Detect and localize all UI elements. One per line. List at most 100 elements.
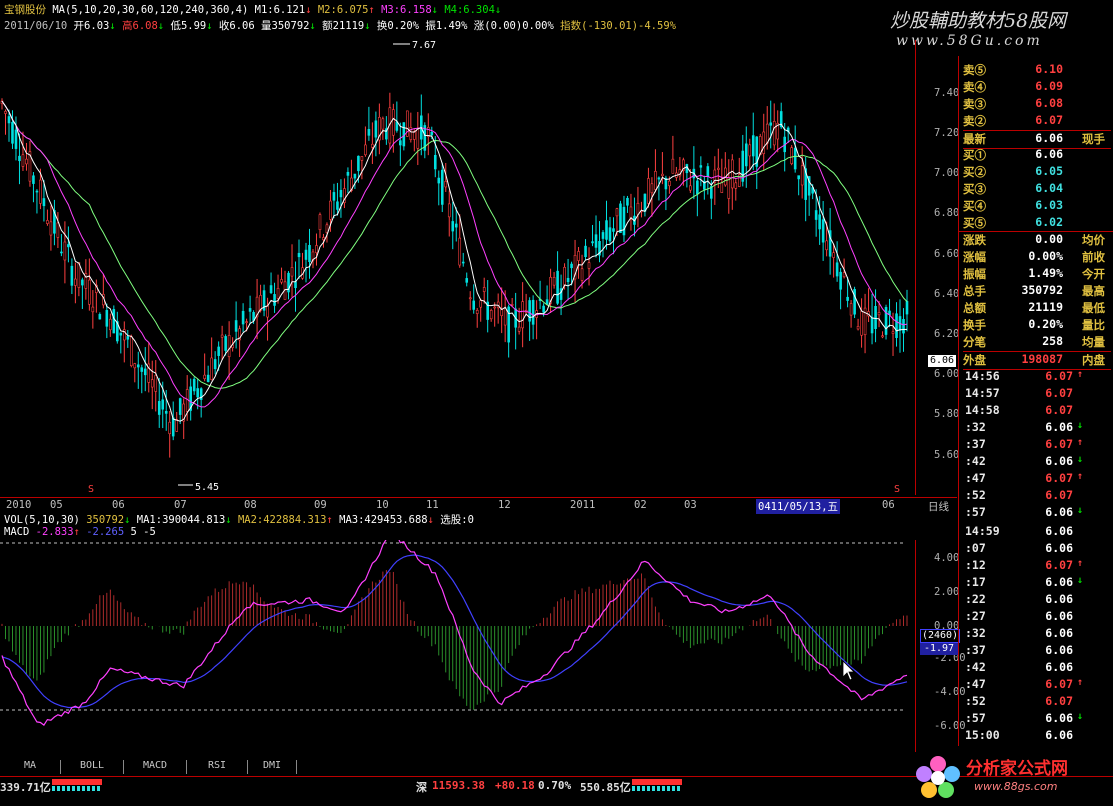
candlestick-chart[interactable]: 7.67 5.45 S S bbox=[0, 40, 915, 495]
bid-row[interactable]: 买① 6.06 bbox=[963, 147, 1111, 164]
candle-body bbox=[699, 165, 703, 168]
candle-body bbox=[689, 185, 692, 191]
price-tick: 6.80 bbox=[934, 207, 960, 219]
stock-name[interactable]: 宝钢股份 bbox=[4, 4, 46, 16]
tick-price: 6.06 bbox=[1045, 660, 1073, 674]
candle-body bbox=[98, 314, 102, 320]
tick-row: :32 6.06 ↓ bbox=[963, 420, 1111, 437]
ask-row[interactable]: 卖③ 6.08 bbox=[963, 96, 1111, 113]
date-tick: 2010 bbox=[6, 499, 32, 511]
candle-body bbox=[245, 321, 248, 323]
vol-ma1: MA1:390044.813 bbox=[136, 514, 226, 526]
bar-close: 收6.06 bbox=[218, 20, 255, 32]
bid-row[interactable]: 买⑤ 6.02 bbox=[963, 215, 1111, 232]
candle-body bbox=[835, 262, 839, 277]
price-tick: 6.40 bbox=[934, 288, 960, 300]
candle-body bbox=[552, 276, 556, 286]
date-tick: 02 bbox=[634, 499, 647, 511]
header-line-2: 2011/06/10 开6.03↓ 高6.08↓ 低5.99↓ 收6.06 量3… bbox=[4, 20, 676, 32]
candle-body bbox=[706, 166, 710, 177]
site-logo: 分析家公式网 www.88gs.com bbox=[912, 750, 1112, 802]
candle-body bbox=[762, 131, 766, 154]
candle-body bbox=[696, 180, 699, 195]
price-tick: 7.40 bbox=[934, 87, 960, 99]
candle-body bbox=[765, 123, 769, 144]
tick-time: :42 bbox=[965, 660, 986, 674]
arrow-up-icon: ↑ bbox=[1076, 677, 1083, 688]
sh-amount: 339.71亿 bbox=[0, 781, 51, 794]
ma1-value: M1:6.121 bbox=[254, 4, 306, 16]
vol-ma3: MA3:429453.688 bbox=[339, 514, 428, 526]
candle-body bbox=[161, 399, 165, 410]
tick-time: :27 bbox=[965, 609, 986, 623]
candle-body bbox=[294, 281, 297, 289]
candle-body bbox=[21, 154, 25, 167]
tick-row: 14:57 6.07 bbox=[963, 386, 1111, 403]
bar-high: 高6.08 bbox=[122, 20, 158, 32]
ask-row[interactable]: 卖② 6.07 bbox=[963, 113, 1111, 130]
candle-body bbox=[612, 228, 615, 232]
ask-row[interactable]: 卖④ 6.09 bbox=[963, 79, 1111, 96]
candle-body bbox=[622, 206, 626, 236]
ma-line-magenta bbox=[1, 100, 908, 408]
ask-row[interactable]: 卖⑤ 6.10 bbox=[963, 62, 1111, 79]
date-tick: 05 bbox=[50, 499, 63, 511]
candle-body bbox=[67, 244, 70, 248]
candle-body bbox=[832, 252, 835, 258]
tick-time: :37 bbox=[965, 437, 986, 451]
candle-body bbox=[902, 319, 905, 334]
tab-boll[interactable]: BOLL bbox=[61, 760, 124, 774]
tab-macd[interactable]: MACD bbox=[124, 760, 187, 774]
candle-body bbox=[482, 287, 486, 292]
candle-body bbox=[248, 308, 252, 312]
bid-row[interactable]: 买④ 6.03 bbox=[963, 198, 1111, 215]
tab-ma[interactable]: MA bbox=[0, 760, 61, 774]
candle-body bbox=[849, 303, 853, 316]
header-line-1: 宝钢股份 MA(5,10,20,30,60,120,240,360,4) M1:… bbox=[4, 4, 502, 16]
candle-body bbox=[217, 346, 220, 356]
candle-body bbox=[227, 335, 231, 358]
candle-body bbox=[14, 129, 18, 149]
candle-body bbox=[769, 122, 773, 126]
vol-value: 350792 bbox=[86, 514, 125, 526]
candle-body bbox=[203, 374, 206, 379]
macd-tag-top: (2460) bbox=[920, 629, 960, 643]
candle-body bbox=[290, 267, 294, 277]
candle-body bbox=[601, 232, 605, 239]
tick-price: 6.06 bbox=[1045, 420, 1073, 434]
candle-body bbox=[259, 295, 262, 311]
ma4-value: M4:6.304 bbox=[444, 4, 495, 16]
tick-row: :37 6.07 ↑ bbox=[963, 437, 1111, 454]
tick-price: 6.07 bbox=[1045, 694, 1073, 708]
candle-body bbox=[11, 121, 14, 144]
period-label[interactable]: 日线 bbox=[928, 499, 949, 514]
sh-breadth-bar-down bbox=[52, 786, 102, 791]
candle-body bbox=[671, 158, 675, 174]
candle-body bbox=[129, 336, 133, 366]
tick-time: :32 bbox=[965, 420, 986, 434]
arrow-down-icon: ↓ bbox=[1076, 711, 1083, 722]
macd-extra: 5 -5 bbox=[130, 526, 156, 538]
tick-row: :57 6.06 ↓ bbox=[963, 711, 1111, 728]
macd-chart[interactable] bbox=[0, 540, 915, 752]
logo-url: www.88gs.com bbox=[974, 780, 1058, 793]
stat-row: 涨跌 0.00 均价 bbox=[963, 232, 1105, 247]
candle-body bbox=[744, 143, 748, 167]
candle-body bbox=[164, 410, 168, 414]
sz-index: 11593.38 bbox=[432, 779, 485, 792]
candle-body bbox=[185, 389, 189, 412]
bid-row[interactable]: 买② 6.05 bbox=[963, 164, 1111, 181]
candle-body bbox=[643, 193, 647, 212]
candle-body bbox=[891, 331, 895, 334]
candle-body bbox=[874, 305, 877, 329]
candle-body bbox=[500, 309, 503, 316]
candle-body bbox=[346, 171, 350, 176]
tab-dmi[interactable]: DMI bbox=[248, 760, 297, 774]
candle-body bbox=[493, 306, 496, 309]
candle-body bbox=[371, 143, 374, 148]
macd-axis: 4.00 2.00 0.00 -2.00 -4.00 -6.00 (2460) … bbox=[915, 540, 966, 752]
bid-row[interactable]: 买③ 6.04 bbox=[963, 181, 1111, 198]
tab-rsi[interactable]: RSI bbox=[187, 760, 248, 774]
candle-body bbox=[615, 208, 619, 217]
price-tick: 7.00 bbox=[934, 167, 960, 179]
